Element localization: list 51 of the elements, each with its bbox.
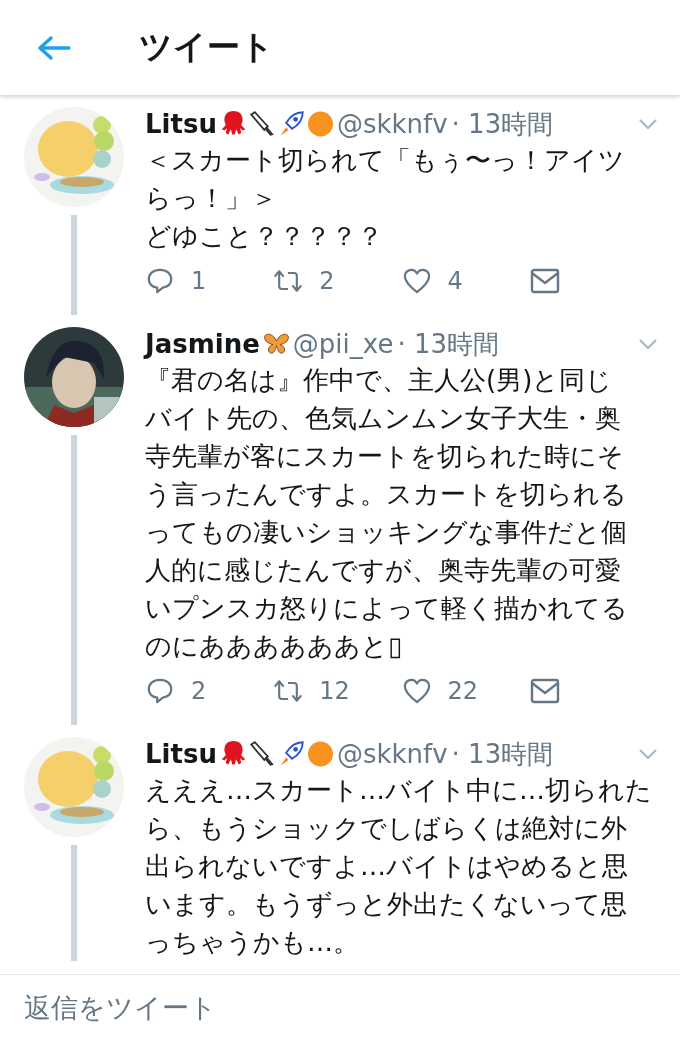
user-name[interactable]: Litsu [145, 739, 217, 769]
heart-icon[interactable] [401, 267, 432, 295]
butterfly-icon [263, 331, 289, 357]
page-title: ツイート [139, 26, 274, 68]
tweet-text-line: 人的に感じたんですが、奥寺先輩の可愛 [145, 554, 621, 587]
retweet-icon[interactable] [273, 677, 304, 705]
reply-icon[interactable] [145, 677, 175, 705]
rocket-icon [278, 741, 304, 767]
knife-icon [249, 111, 275, 137]
user-handle[interactable]: @skknfv [336, 109, 448, 139]
reply-field[interactable]: 返信をツイート [22, 990, 626, 1024]
heart-icon[interactable] [401, 677, 432, 705]
circle-icon [307, 111, 333, 137]
octopus-icon [220, 741, 246, 767]
tweet-text-line: いプンスカ怒りによって軽く描かれてる [145, 592, 628, 625]
tweet-text-line: どゆこと？？？？？ [145, 220, 383, 253]
tweet-text-line: らっ！」＞ [145, 182, 277, 215]
reply-count: 2 [191, 677, 207, 705]
octopus-icon [220, 111, 246, 137]
tweet-time: · 13時間 [397, 327, 499, 361]
back-arrow-icon[interactable] [37, 34, 71, 61]
user-name[interactable]: Litsu [145, 109, 217, 139]
knife-icon [249, 741, 275, 767]
tweet-text-line: っちゃうかも…。 [145, 926, 359, 959]
like-count: 22 [447, 677, 479, 705]
reply-count: 1 [191, 267, 207, 295]
tweet-text-line: ＜スカート切られて「もぅ〜っ！アイツ [145, 144, 625, 177]
reply-icon[interactable] [145, 267, 175, 295]
user-handle[interactable]: @pii_xe [292, 329, 394, 359]
circle-icon [307, 741, 333, 767]
tweet-text-line: 寺先輩が客にスカートを切られた時にそ [145, 440, 624, 473]
tweet-text-line: バイト先の、色気ムンムン女子大生・奥 [145, 402, 621, 435]
tweet-text-line: います。もうずっと外出たくないって思 [145, 888, 627, 921]
like-count: 4 [447, 267, 463, 295]
mail-icon[interactable] [529, 267, 560, 295]
tweet-text-line: えええ…スカート…バイト中に…切られた [145, 774, 652, 807]
mail-icon[interactable] [529, 677, 560, 705]
retweet-count: 12 [319, 677, 350, 705]
tweet-text-line: う言ったんですよ。スカートを切られる [145, 478, 627, 511]
user-name[interactable]: Jasmine [145, 329, 260, 359]
tweet-time: · 13時間 [451, 737, 554, 771]
retweet-icon[interactable] [273, 267, 304, 295]
tweet-text-line: 出られないですよ…バイトはやめると思 [145, 850, 628, 883]
user-handle[interactable]: @skknfv [336, 739, 448, 769]
tweet-text-line: ってもの凄いショッキングな事件だと個 [145, 516, 627, 549]
rocket-icon [278, 111, 304, 137]
tweet-text-line: 『君の名は』作中で、主人公(男)と同じ [145, 364, 613, 397]
tweet-text-line: ら、もうショックでしばらくは絶対に外 [145, 812, 627, 845]
retweet-count: 2 [319, 267, 335, 295]
tweet-text-line: のにああああああと▯ [145, 630, 403, 663]
tweet-time: · 13時間 [451, 107, 554, 141]
